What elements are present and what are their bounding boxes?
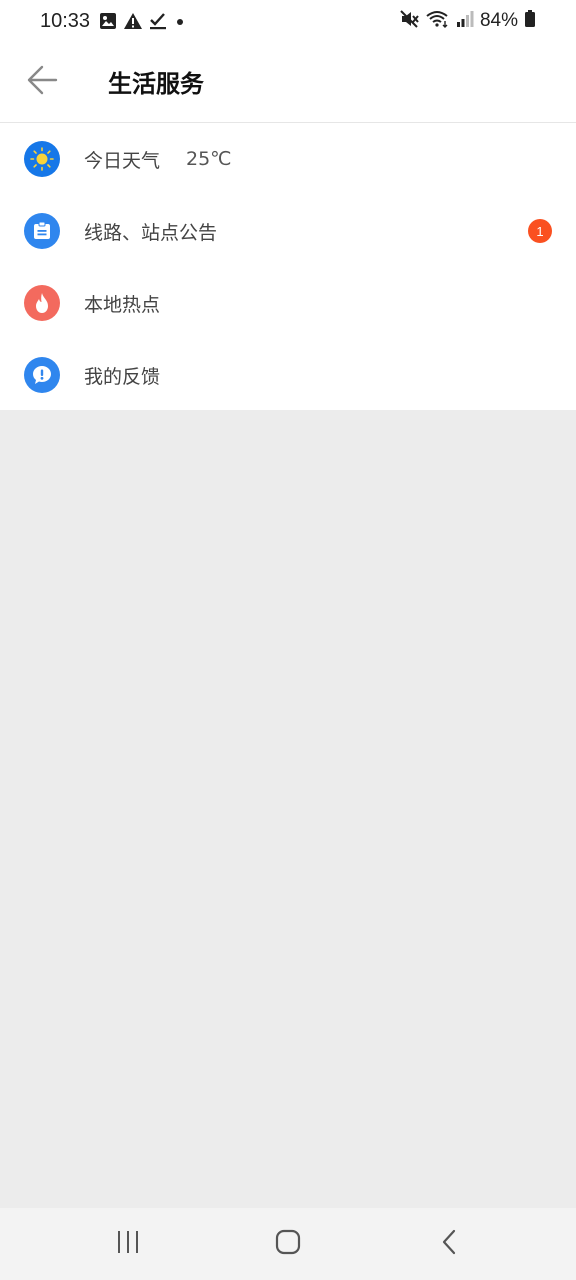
home-button[interactable] [268,1226,308,1262]
mute-icon [400,10,420,32]
warning-icon [123,12,143,34]
notification-badge: 1 [528,219,552,243]
wifi-icon [426,10,450,32]
service-label-weather: 今日天气 [84,149,161,172]
recent-apps-icon [115,1229,141,1259]
arrow-left-icon [25,63,59,101]
status-notification-icons [99,12,187,34]
clipboard-icon [24,213,60,249]
back-icon [437,1229,463,1259]
screen: 10:33 84% 生活服务 今日天气 25℃ 线路、站点公告 1 本地热点 我… [0,0,576,1280]
flame-icon [24,285,60,321]
signal-icon [456,10,474,32]
exclamation-icon [24,357,60,393]
status-bar: 10:33 84% [0,0,576,46]
system-nav-bar [0,1208,576,1280]
service-item-hotspots[interactable]: 本地热点 [0,267,576,339]
status-time: 10:33 [40,10,91,32]
back-button[interactable] [20,60,64,104]
service-list: 今日天气 25℃ 线路、站点公告 1 本地热点 我的反馈 [0,123,576,410]
home-icon [274,1228,302,1260]
image-icon [99,12,117,34]
recent-apps-button[interactable] [108,1226,148,1262]
dot-icon [173,12,187,34]
service-item-notices[interactable]: 线路、站点公告 1 [0,195,576,267]
service-label-hotspots: 本地热点 [84,293,161,316]
service-item-feedback[interactable]: 我的反馈 [0,339,576,411]
sun-icon [24,141,60,177]
service-label-notices: 线路、站点公告 [84,221,218,244]
service-label-feedback: 我的反馈 [84,365,161,388]
check-icon [149,12,167,34]
status-system-icons: 84% [400,10,536,32]
battery-icon [524,10,536,32]
battery-percent: 84% [479,10,518,31]
system-back-button[interactable] [430,1226,470,1262]
app-header: 生活服务 [0,46,576,123]
service-item-weather[interactable]: 今日天气 25℃ [0,123,576,195]
weather-temperature: 25℃ [186,148,232,170]
page-title: 生活服务 [108,70,204,98]
